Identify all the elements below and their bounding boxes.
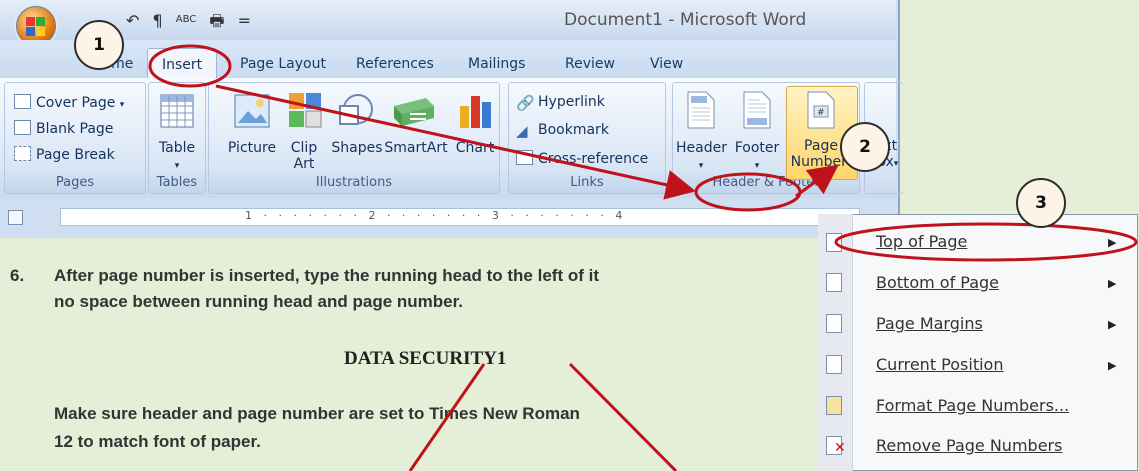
step-marker-3: 3: [1016, 178, 1066, 228]
annotation-overlay: [148, 44, 1138, 471]
top-of-page-highlight-ellipse: [834, 222, 1138, 262]
insert-tab-highlight-ellipse: [148, 44, 232, 88]
step-marker-2: 2: [840, 122, 890, 172]
header-footer-highlight-ellipse: [694, 172, 802, 212]
step-marker-1: 1: [74, 20, 124, 70]
arrow-to-page-number: [795, 164, 839, 198]
pointer-line-left: [408, 363, 486, 471]
arrow-to-header-footer: [215, 84, 696, 200]
pointer-line-right: [568, 362, 678, 471]
